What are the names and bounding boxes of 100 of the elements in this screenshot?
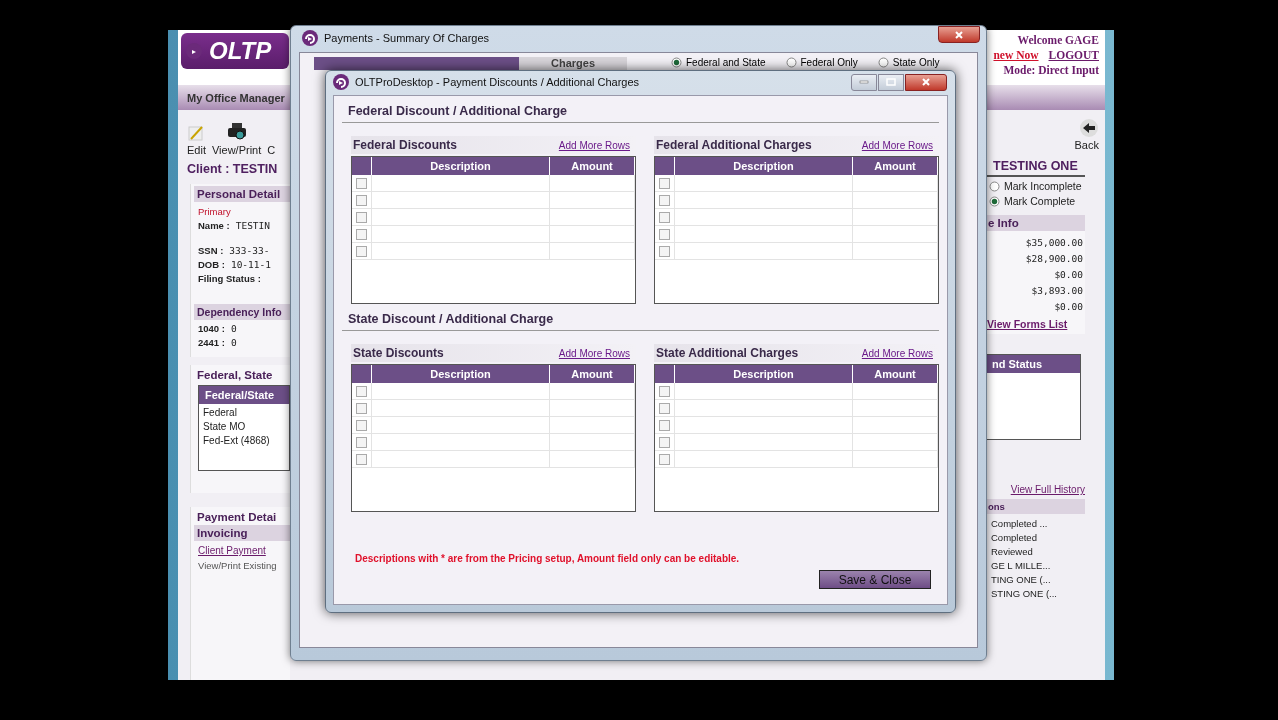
window-title: OLTProDesktop - Payment Discounts / Additional Charges bbox=[355, 76, 640, 88]
amount-cell[interactable] bbox=[550, 400, 635, 417]
checkbox[interactable] bbox=[356, 177, 367, 189]
description-cell[interactable] bbox=[675, 451, 853, 468]
description-cell[interactable] bbox=[675, 434, 853, 451]
amount-cell[interactable] bbox=[853, 434, 938, 451]
checkbox[interactable] bbox=[356, 419, 367, 431]
list-item[interactable]: State MO bbox=[199, 418, 289, 432]
description-cell[interactable] bbox=[372, 192, 550, 209]
checkbox[interactable] bbox=[356, 436, 367, 448]
description-cell[interactable] bbox=[675, 400, 853, 417]
amount-value: $0.00 bbox=[1054, 301, 1083, 312]
column-header: Amount bbox=[853, 365, 938, 383]
description-cell[interactable] bbox=[372, 434, 550, 451]
description-cell[interactable] bbox=[372, 175, 550, 192]
description-cell[interactable] bbox=[675, 175, 853, 192]
amount-cell[interactable] bbox=[550, 451, 635, 468]
logout-link[interactable]: LOGOUT bbox=[1048, 49, 1099, 61]
amount-cell[interactable] bbox=[853, 243, 938, 260]
back-button[interactable]: Back bbox=[985, 118, 1105, 151]
checkbox[interactable] bbox=[356, 228, 367, 240]
radio-button[interactable] bbox=[877, 57, 889, 68]
checkbox[interactable] bbox=[659, 245, 670, 257]
list-item[interactable]: Federal bbox=[199, 404, 289, 418]
role-label: Primary bbox=[198, 206, 232, 217]
add-rows-link[interactable]: Add More Rows bbox=[861, 347, 933, 359]
description-cell[interactable] bbox=[675, 209, 853, 226]
checkbox[interactable] bbox=[659, 453, 670, 465]
checkbox[interactable] bbox=[659, 211, 670, 223]
amount-cell[interactable] bbox=[853, 209, 938, 226]
description-cell[interactable] bbox=[675, 192, 853, 209]
description-cell[interactable] bbox=[675, 243, 853, 260]
description-cell[interactable] bbox=[372, 383, 550, 400]
add-rows-link[interactable]: Add More Rows bbox=[558, 139, 630, 151]
minimize-button[interactable] bbox=[851, 73, 877, 91]
amount-cell[interactable] bbox=[550, 383, 635, 400]
checkbox[interactable] bbox=[356, 194, 367, 206]
close-button[interactable] bbox=[938, 26, 980, 43]
amount-cell[interactable] bbox=[853, 192, 938, 209]
card-header: Payment Detai bbox=[196, 510, 278, 525]
radio-button[interactable] bbox=[671, 57, 682, 68]
checkbox[interactable] bbox=[659, 402, 670, 414]
field-value: 10-11-1 bbox=[230, 259, 271, 270]
amount-cell[interactable] bbox=[550, 417, 635, 434]
field-label: 2441 : bbox=[198, 337, 225, 348]
list-item[interactable]: Fed-Ext (4868) bbox=[199, 432, 289, 446]
checkbox[interactable] bbox=[659, 436, 670, 448]
toolbar-button[interactable]: C bbox=[267, 144, 276, 156]
amount-cell[interactable] bbox=[550, 192, 635, 209]
checkbox[interactable] bbox=[659, 194, 670, 206]
amount-cell[interactable] bbox=[853, 226, 938, 243]
existing-text: View/Print Existing bbox=[198, 560, 278, 571]
description-cell[interactable] bbox=[372, 400, 550, 417]
description-cell[interactable] bbox=[372, 451, 550, 468]
add-rows-link[interactable]: Add More Rows bbox=[558, 347, 630, 359]
checkbox[interactable] bbox=[356, 211, 367, 223]
checkbox[interactable] bbox=[659, 177, 670, 189]
description-cell[interactable] bbox=[372, 209, 550, 226]
add-rows-link[interactable]: Add More Rows bbox=[861, 139, 933, 151]
checkbox[interactable] bbox=[356, 453, 367, 465]
radio-button[interactable] bbox=[785, 57, 797, 68]
amount-cell[interactable] bbox=[853, 400, 938, 417]
checkbox[interactable] bbox=[356, 402, 367, 414]
history-item: Completed ... bbox=[991, 518, 1049, 529]
toolbar-button[interactable]: Edit bbox=[187, 124, 206, 156]
column-header: Amount bbox=[550, 157, 635, 175]
description-cell[interactable] bbox=[372, 226, 550, 243]
description-cell[interactable] bbox=[372, 243, 550, 260]
amount-cell[interactable] bbox=[550, 175, 635, 192]
amount-cell[interactable] bbox=[853, 451, 938, 468]
forms-link[interactable]: View Forms List bbox=[985, 316, 1085, 334]
radio-button[interactable] bbox=[989, 195, 1000, 207]
description-cell[interactable] bbox=[675, 226, 853, 243]
amount-cell[interactable] bbox=[853, 383, 938, 400]
renew-link[interactable]: new Now bbox=[993, 49, 1039, 61]
maximize-button[interactable] bbox=[878, 73, 904, 91]
description-cell[interactable] bbox=[675, 417, 853, 434]
card-header: e Info bbox=[985, 215, 1085, 231]
checkbox[interactable] bbox=[659, 385, 670, 397]
checkbox[interactable] bbox=[659, 419, 670, 431]
save-close-button[interactable]: Save & Close bbox=[819, 570, 931, 589]
amount-cell[interactable] bbox=[550, 243, 635, 260]
checkbox[interactable] bbox=[356, 385, 367, 397]
history-item: Reviewed bbox=[991, 546, 1034, 557]
checkbox[interactable] bbox=[356, 245, 367, 257]
radio-button[interactable] bbox=[989, 180, 1000, 192]
toolbar-button[interactable]: View/Print bbox=[211, 122, 262, 156]
amount-cell[interactable] bbox=[550, 434, 635, 451]
amount-cell[interactable] bbox=[550, 209, 635, 226]
description-cell[interactable] bbox=[372, 417, 550, 434]
amount-cell[interactable] bbox=[550, 226, 635, 243]
amount-cell[interactable] bbox=[853, 175, 938, 192]
close-button[interactable] bbox=[905, 73, 947, 91]
checkbox[interactable] bbox=[659, 228, 670, 240]
client-payment-link[interactable]: Client Payment bbox=[198, 545, 286, 556]
amount-cell[interactable] bbox=[853, 417, 938, 434]
field-value: 333-33- bbox=[229, 245, 270, 256]
description-cell[interactable] bbox=[675, 383, 853, 400]
history-link[interactable]: View Full History bbox=[985, 484, 1085, 495]
section-header: Invoicing bbox=[194, 525, 290, 541]
